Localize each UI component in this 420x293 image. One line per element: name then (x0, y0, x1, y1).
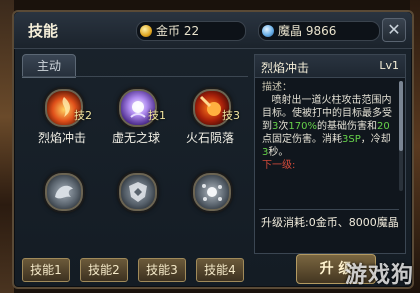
upgrade-cost: 升级消耗:0金币、8000魔晶 (261, 215, 401, 230)
skill-detail-header: 烈焰冲击 Lv1 (255, 55, 405, 78)
skill-slot-4[interactable] (30, 167, 90, 237)
description-label: 描述： (262, 82, 292, 93)
gold-label: 金币 (156, 24, 181, 38)
cost-label: 升级消耗: (261, 216, 309, 229)
scrollbar-thumb[interactable] (399, 81, 403, 151)
skill-detail-panel: 烈焰冲击 Lv1 描述： 喷射出一道火柱攻击范围内目标。使被打中的目标最多受到3… (254, 54, 406, 254)
detail-skill-level: Lv1 (379, 59, 399, 72)
scatter-orb-icon (193, 173, 231, 211)
divider (259, 209, 399, 210)
description-text: 喷射出一道火柱攻击范围内目标。使被打中的目标最多受到3次170%的基础伤害和20… (262, 95, 392, 158)
skill-slot-6[interactable] (178, 167, 238, 237)
cost-value: 0金币、8000魔晶 (308, 216, 399, 229)
next-level-label: 下一级: (262, 160, 296, 171)
gold-value: 22 (183, 24, 200, 38)
skill-name: 火石陨落 (185, 131, 234, 145)
tab-active-skills[interactable]: 主动 (22, 54, 76, 78)
skill-slot-5[interactable] (104, 167, 164, 237)
gem-display: 魔晶 9866 (258, 21, 380, 41)
dragon-icon (45, 173, 83, 211)
title-bar: 技能 金币 22 魔晶 9866 ✕ (14, 12, 412, 49)
skill-description[interactable]: 描述： 喷射出一道火柱攻击范围内目标。使被打中的目标最多受到3次170%的基础伤… (259, 79, 399, 203)
skill-2-button[interactable]: 技能2 (80, 258, 128, 282)
close-icon: ✕ (387, 20, 401, 39)
skill-name: 烈焰冲击 (37, 131, 86, 145)
skill-grid: 技2 烈焰冲击 技1 虚无之球 技3 火石陨落 (22, 76, 248, 253)
gold-coin-icon (140, 25, 152, 37)
gem-label: 魔晶 (278, 24, 303, 38)
detail-skill-name: 烈焰冲击 (261, 61, 310, 75)
skill-level-badge: 技2 (74, 109, 92, 122)
watermark-logo: 游戏狗 (344, 263, 414, 288)
skill-level-badge: 技3 (222, 109, 240, 122)
skill-slot-3[interactable]: 技3 火石陨落 (178, 83, 240, 153)
gold-display: 金币 22 (136, 21, 246, 41)
skill-name: 虚无之球 (111, 131, 160, 145)
gem-icon (262, 25, 274, 37)
close-button[interactable]: ✕ (382, 18, 406, 42)
skill-slot-1[interactable]: 技2 烈焰冲击 (30, 83, 92, 153)
skill-4-button[interactable]: 技能4 (196, 258, 244, 282)
skill-list-panel: 主动 技2 烈焰冲击 技1 虚无之球 技3 火石陨落 (22, 54, 248, 252)
description-scrollbar[interactable] (399, 81, 403, 191)
skill-window: 技能 金币 22 魔晶 9866 ✕ 主动 技2 烈焰冲击 技1 虚无之球 技3… (12, 10, 414, 289)
skill-level-badge: 技1 (148, 109, 166, 122)
shield-rune-icon (119, 173, 157, 211)
skill-slot-2[interactable]: 技1 虚无之球 (104, 83, 166, 153)
gem-value: 9866 (305, 24, 337, 38)
skill-3-button[interactable]: 技能3 (138, 258, 186, 282)
window-title: 技能 (28, 22, 59, 40)
skill-1-button[interactable]: 技能1 (22, 258, 70, 282)
